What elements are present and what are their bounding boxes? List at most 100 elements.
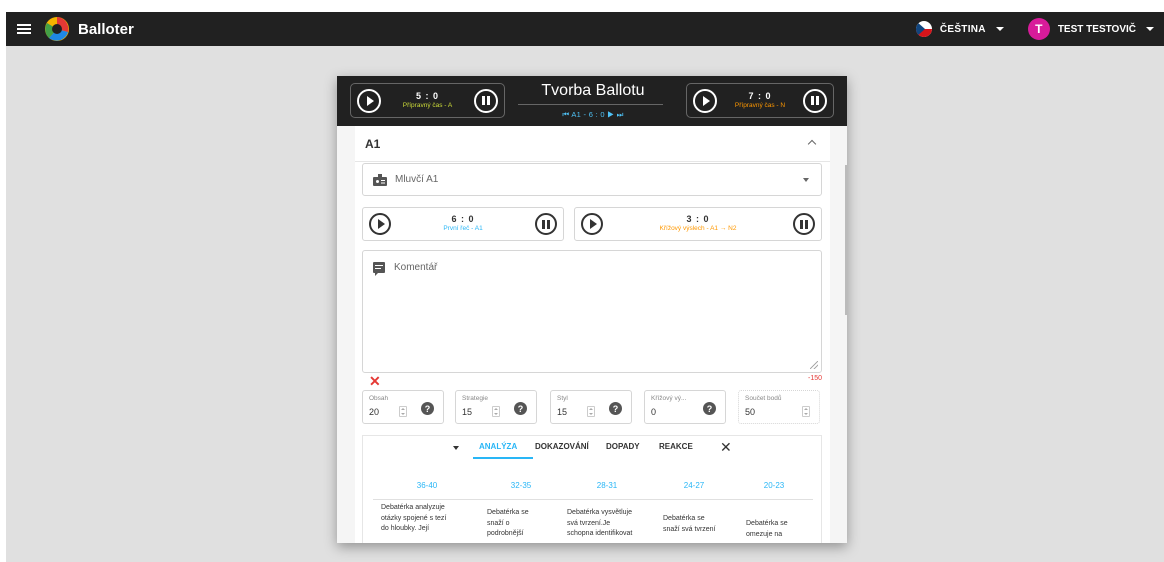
- play-button[interactable]: [581, 213, 603, 235]
- close-icon[interactable]: ✕: [720, 439, 732, 456]
- pause-icon: [482, 96, 490, 105]
- current-speech: A1 - 6 : 0: [571, 110, 605, 119]
- pause-button[interactable]: [474, 88, 498, 113]
- avatar: T: [1027, 18, 1050, 40]
- clear-comment-button[interactable]: ✕: [369, 373, 381, 390]
- rubric-range: 36-40: [416, 481, 438, 490]
- dialog-title: Tvorba Ballotu: [541, 82, 645, 99]
- prep-timer-a: 5 : 0 Přípravný čas - A: [350, 83, 505, 118]
- chevron-up-icon[interactable]: [807, 139, 817, 149]
- resize-handle-icon[interactable]: [810, 361, 818, 369]
- rubric-line: Debatérka vysvětluje: [567, 509, 632, 516]
- rubric-line: Debatérka se: [746, 520, 788, 527]
- dropdown-arrow-icon: [803, 178, 809, 182]
- comment-icon: [373, 262, 385, 276]
- play-button[interactable]: [357, 88, 381, 113]
- stepper-control[interactable]: [587, 406, 595, 417]
- timer-value: 3 : 0: [686, 214, 710, 225]
- menu-button[interactable]: [12, 17, 36, 41]
- score-label: Křížový vý...: [651, 395, 687, 402]
- timer-value: 5 : 0: [415, 90, 439, 101]
- prep-timer-n: 7 : 0 Přípravný čas - N: [686, 83, 834, 118]
- language-selector[interactable]: ČEŠTINA: [915, 21, 1004, 37]
- help-icon[interactable]: ?: [514, 402, 527, 415]
- badge-icon: [373, 173, 387, 186]
- stepper-control: [802, 406, 810, 417]
- play-icon[interactable]: ▶: [607, 110, 614, 119]
- scrollbar[interactable]: [845, 165, 847, 315]
- play-button[interactable]: [693, 88, 717, 113]
- rubric-tabs: ANALÝZA DOKAZOVÁNÍ DOPADY REAKCE ✕: [363, 436, 823, 459]
- score-label: Součet bodů: [745, 395, 782, 402]
- rubric-line: Debatérka se: [487, 509, 529, 516]
- score-label: Obsah: [369, 395, 389, 402]
- speech-timer: 6 : 0 První řeč - A1: [362, 207, 564, 241]
- timer-label: Křížový výslech - A1 → N2: [659, 225, 737, 233]
- rubric-line: podrobnější: [487, 530, 524, 537]
- rubric-line: Debatérka se: [663, 515, 705, 522]
- rubric-cell: Debatérka se omezuje na: [746, 519, 812, 540]
- active-tab-indicator: [473, 457, 533, 459]
- character-counter: -150: [807, 375, 822, 382]
- stepper-control[interactable]: [492, 406, 500, 417]
- dropdown-arrow-icon[interactable]: [453, 446, 459, 450]
- timer-value: 7 : 0: [748, 90, 772, 101]
- pause-button[interactable]: [535, 213, 557, 235]
- pause-button[interactable]: [793, 213, 815, 235]
- language-label: ČEŠTINA: [939, 23, 986, 35]
- rubric-panel: ANALÝZA DOKAZOVÁNÍ DOPADY REAKCE ✕ 36-40…: [362, 435, 822, 543]
- pause-icon: [542, 219, 550, 229]
- speaker-placeholder: Mluvčí A1: [395, 174, 439, 185]
- pause-icon: [811, 96, 819, 105]
- rubric-cell: Debatérka analyzuje otázky spojené s tez…: [381, 503, 477, 535]
- play-icon: [366, 95, 374, 106]
- rubric-line: otázky spojené s tezí: [381, 514, 447, 522]
- speaker-section: A1 Mluvčí A1 6 : 0 První řeč - A1 3: 0 …: [355, 126, 830, 543]
- timer-label: První řeč - A1: [443, 225, 483, 233]
- user-menu[interactable]: T TEST TESTOVIČ: [1027, 18, 1154, 40]
- score-label: Strategie: [462, 395, 489, 402]
- hamburger-icon: [17, 24, 31, 34]
- comment-label: Komentář: [394, 262, 438, 273]
- user-name: TEST TESTOVIČ: [1057, 23, 1136, 35]
- help-icon[interactable]: ?: [703, 402, 716, 415]
- stepper-control[interactable]: [399, 406, 407, 417]
- tab-dopady[interactable]: DOPADY: [606, 442, 640, 451]
- app-logo-icon: [45, 17, 69, 41]
- timer-label: Přípravný čas - N: [734, 101, 786, 109]
- dialog-header: 5 : 0 Přípravný čas - A Tvorba Ballotu ⏮…: [337, 76, 847, 126]
- timer-value: 6 : 0: [451, 214, 475, 225]
- rubric-line: Debatérka analyzuje: [381, 504, 445, 511]
- cross-exam-timer: 3 : 0 Křížový výslech - A1 → N2: [574, 207, 822, 241]
- help-icon[interactable]: ?: [421, 402, 434, 415]
- help-icon[interactable]: ?: [609, 402, 622, 415]
- rubric-cell: Debatérka vysvětluje svá tvrzení.Je scho…: [567, 508, 653, 540]
- pause-button[interactable]: [803, 88, 827, 113]
- rubric-line: schopna identifikovat: [567, 530, 633, 537]
- score-field-krizovy[interactable]: Křížový vý... 0 ?: [644, 390, 726, 424]
- score-value: 0: [651, 407, 657, 417]
- tab-dokazovani[interactable]: DOKAZOVÁNÍ: [535, 442, 589, 451]
- score-value: 20: [369, 407, 380, 417]
- pause-icon: [800, 219, 808, 229]
- play-icon: [702, 95, 710, 106]
- tab-analyza[interactable]: ANALÝZA: [479, 442, 517, 451]
- score-field-styl[interactable]: Styl 15 ?: [550, 390, 632, 424]
- rubric-range: 32-35: [510, 481, 532, 490]
- score-field-strategie[interactable]: Strategie 15 ?: [455, 390, 537, 424]
- score-value: 15: [462, 407, 473, 417]
- divider: [373, 499, 813, 500]
- rubric-range: 20-23: [763, 481, 785, 490]
- skip-next-icon[interactable]: ⏭: [617, 110, 624, 119]
- tab-reakce[interactable]: REAKCE: [659, 442, 693, 451]
- chevron-down-icon: [995, 27, 1004, 31]
- play-icon: [589, 219, 597, 229]
- play-icon: [377, 219, 385, 229]
- score-field-obsah[interactable]: Obsah 20 ?: [362, 390, 444, 424]
- comment-field[interactable]: Komentář: [362, 250, 822, 373]
- divider: [518, 104, 663, 105]
- section-header[interactable]: A1: [355, 126, 830, 162]
- skip-previous-icon[interactable]: ⏮: [562, 110, 569, 119]
- speaker-select[interactable]: Mluvčí A1: [362, 163, 822, 196]
- play-button[interactable]: [369, 213, 391, 235]
